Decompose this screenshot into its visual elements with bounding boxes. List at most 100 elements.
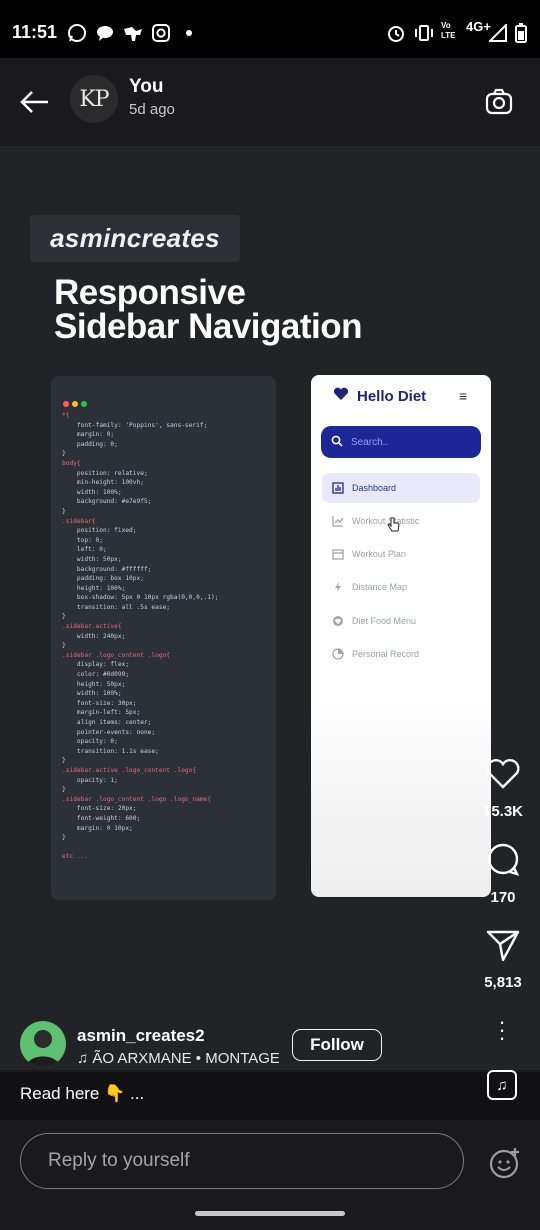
code-line: width: 100%;	[62, 690, 122, 698]
window-dots	[63, 394, 90, 412]
whatsapp-icon	[66, 22, 88, 44]
app-menu-item: Workout Statistic	[322, 506, 480, 536]
code-line: font-size: 20px;	[62, 805, 137, 813]
heart-icon	[332, 615, 344, 627]
code-line: height: 100%;	[62, 584, 126, 592]
music-note-icon: ♫	[77, 1050, 93, 1067]
headline-line: Sidebar Navigation	[54, 307, 363, 346]
reply-placeholder: Reply to yourself	[48, 1150, 190, 1171]
follow-button[interactable]: Follow	[292, 1029, 382, 1061]
hamburger-icon: ≡	[459, 388, 468, 404]
code-line: background: #e7e9f5;	[62, 498, 152, 506]
music-track[interactable]: ♫ ÃO ARXMANE • MONTAGEM	[77, 1050, 279, 1067]
app-menu-item: Diet Food Menu	[322, 606, 480, 636]
code-line: margin-left: 5px;	[62, 709, 141, 717]
pie-icon	[332, 648, 344, 660]
dot-green	[81, 401, 87, 407]
signal-icon	[487, 22, 509, 44]
camera-icon[interactable]	[484, 87, 516, 117]
app-menu-item: Distance Map	[322, 572, 480, 602]
code-line: display: flex;	[62, 661, 130, 669]
code-line: width: 100%;	[62, 488, 122, 496]
code-line: .sidebar{	[62, 517, 96, 525]
code-line: margin: 0;	[62, 431, 115, 439]
notification-dot-icon	[178, 22, 200, 44]
app-menu-item: Workout Plan	[322, 539, 480, 569]
code-line: .sidebar .logo_content .logo{	[62, 651, 171, 659]
back-arrow-icon[interactable]	[18, 88, 50, 116]
code-line: transition: 1.1s ease;	[62, 747, 159, 755]
app-menu-item: Dashboard	[322, 473, 480, 503]
like-heart-icon[interactable]	[485, 758, 521, 790]
code-line: }	[62, 450, 66, 458]
calendar-icon	[332, 548, 344, 560]
search-icon	[331, 435, 343, 450]
code-line: }	[62, 507, 66, 515]
code-line: *{	[62, 412, 70, 419]
dot-yellow	[72, 401, 78, 407]
code-line: box-shadow: 5px 0 10px rgba(0,0,0,.1);	[62, 594, 219, 602]
more-options-icon[interactable]: · · ·	[495, 1011, 509, 1049]
code-line: .sidebar.active .logo_content .logo{	[62, 766, 197, 774]
audio-page-icon[interactable]: ♫	[487, 1070, 517, 1100]
app-menu-item: Personal Record	[322, 639, 480, 669]
comment-icon[interactable]	[485, 842, 521, 878]
code-line: margin: 0 10px;	[62, 824, 133, 832]
code-line: .sidebar.active{	[62, 623, 122, 631]
code-line: position: fixed;	[62, 527, 137, 535]
code-line: body{	[62, 459, 81, 467]
author-avatar[interactable]	[20, 1021, 66, 1067]
share-count: 5,813	[484, 974, 522, 991]
app-menu-label: Workout Statistic	[352, 516, 420, 526]
code-block: *{ font-family: 'Poppins', sans-serif; m…	[62, 411, 272, 862]
app-menu-label: Distance Map	[352, 582, 408, 592]
code-line: height: 50px;	[62, 680, 126, 688]
code-line: opacity: 1;	[62, 776, 118, 784]
chat-bubble-icon	[94, 22, 116, 44]
emoji-sticker-icon[interactable]	[488, 1146, 522, 1180]
code-line: font-family: 'Poppins', sans-serif;	[62, 421, 208, 429]
app-menu-label: Diet Food Menu	[352, 616, 417, 626]
code-line: pointer-events: none;	[62, 728, 156, 736]
code-line: }	[62, 613, 66, 621]
avatar[interactable]: KP	[70, 75, 118, 123]
app-menu-label: Personal Record	[352, 649, 420, 659]
code-line: width: 240px;	[62, 632, 126, 640]
caption-text[interactable]: Read here 👇 ...	[20, 1084, 144, 1104]
app-brand-name: Hello Diet	[357, 387, 427, 405]
vibrate-icon	[413, 22, 435, 44]
app-menu-label: Workout Plan	[352, 549, 406, 559]
author-username[interactable]: asmin_creates2	[77, 1026, 205, 1046]
code-line: }	[62, 757, 66, 765]
code-line: padding: 0;	[62, 440, 118, 448]
app-search-bar: Search..	[321, 426, 481, 458]
comment-count: 170	[490, 889, 516, 906]
code-line: background: #ffffff;	[62, 565, 152, 573]
code-line: opacity: 0;	[62, 738, 118, 746]
code-line: }	[62, 834, 66, 842]
dot-red	[63, 401, 69, 407]
code-line: font-size: 30px;	[62, 699, 137, 707]
story-timestamp: 5d ago	[129, 101, 175, 118]
code-line: transition: all .5s ease;	[62, 603, 171, 611]
story-headline: Responsive Sidebar Navigation	[54, 273, 363, 346]
alarm-icon	[385, 22, 407, 44]
headline-line: Responsive	[54, 273, 246, 312]
home-indicator[interactable]	[195, 1211, 345, 1216]
heart-logo-icon	[333, 387, 349, 406]
code-line: .sidebar .logo_content .logo .logo_name{	[62, 795, 212, 803]
code-line: font-weight: 600;	[62, 814, 141, 822]
story-username[interactable]: You	[129, 76, 163, 98]
code-line: }	[62, 642, 66, 650]
creator-tag: asmincreates	[30, 215, 240, 262]
code-line: left: 0;	[62, 546, 107, 554]
code-line: etc ...	[62, 853, 89, 861]
reply-input[interactable]: Reply to yourself	[20, 1133, 464, 1189]
dog-app-icon	[122, 22, 144, 44]
share-send-icon[interactable]	[485, 929, 521, 963]
bar-chart-icon	[332, 482, 344, 494]
code-line: min-height: 100vh;	[62, 479, 144, 487]
app-menu-label: Dashboard	[352, 483, 397, 493]
code-line: align items: center;	[62, 719, 152, 726]
